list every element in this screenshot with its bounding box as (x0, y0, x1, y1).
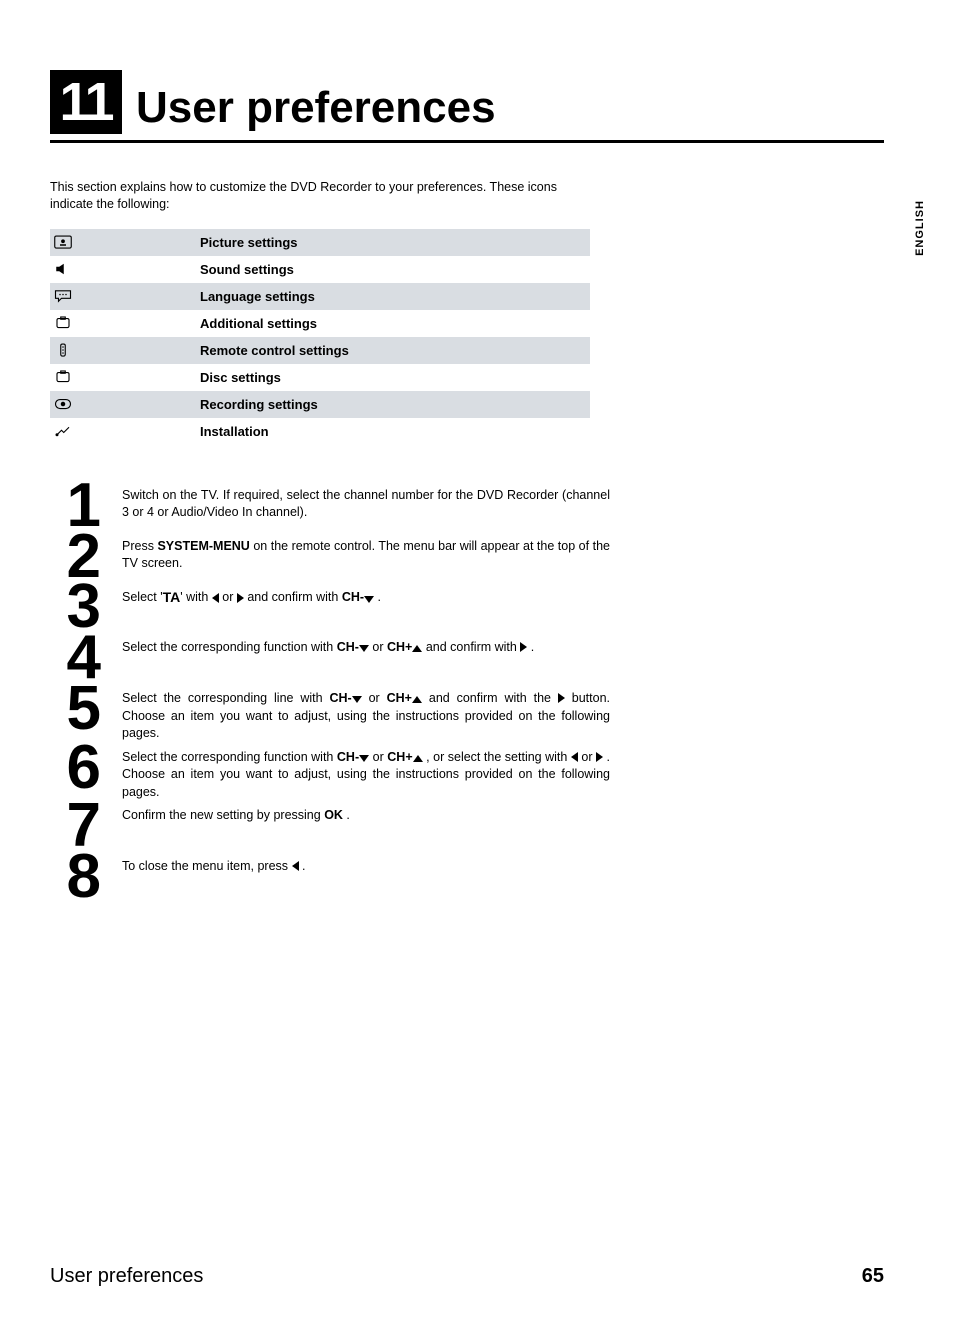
step-number: 6 (50, 743, 98, 794)
settings-label: Disc settings (200, 370, 281, 385)
settings-label: Language settings (200, 289, 315, 304)
settings-row: Installation (50, 418, 590, 445)
settings-table: Picture settings Sound settings Language s… (50, 229, 590, 445)
step: 1Switch on the TV. If required, select t… (50, 481, 610, 532)
wrench-icon: TA (163, 588, 181, 608)
settings-row: Remote control settings (50, 337, 590, 364)
step: 2Press SYSTEM-MENU on the remote control… (50, 532, 610, 583)
picture-icon (50, 235, 200, 249)
remote-icon (50, 343, 200, 357)
up-arrow-icon (412, 645, 422, 652)
button-label: CH- (337, 640, 359, 654)
down-arrow-icon (352, 696, 362, 703)
step: 5 Select the corresponding line with CH- … (50, 684, 610, 743)
chapter-title: User preferences (136, 86, 496, 130)
settings-row: Disc settings (50, 364, 590, 391)
settings-row: Recording settings (50, 391, 590, 418)
left-arrow-icon (571, 752, 578, 762)
disc-icon (50, 370, 200, 384)
step-body: Select the corresponding function with C… (122, 633, 610, 657)
settings-label: Remote control settings (200, 343, 349, 358)
button-label: CH- (329, 691, 351, 705)
chapter-number-badge: 11 (50, 70, 122, 134)
right-arrow-icon (596, 752, 603, 762)
button-label: CH- (337, 750, 359, 764)
step: 4Select the corresponding function with … (50, 633, 610, 684)
left-arrow-icon (292, 861, 299, 871)
step: 8 To close the menu item, press . (50, 852, 610, 903)
step-number: 8 (50, 852, 98, 903)
settings-row: Sound settings (50, 256, 590, 283)
left-arrow-icon (212, 593, 219, 603)
step: 7Confirm the new setting by pressing OK … (50, 801, 610, 852)
chapter-header: 11 User preferences (50, 70, 884, 143)
installation-icon (50, 424, 200, 438)
button-label: OK (324, 808, 343, 822)
step-body: Press SYSTEM-MENU on the remote control.… (122, 532, 610, 573)
language-icon (50, 289, 200, 303)
settings-row: Picture settings (50, 229, 590, 256)
button-label: CH+ (387, 750, 412, 764)
right-arrow-icon (237, 593, 244, 603)
button-label: CH+ (387, 640, 412, 654)
settings-row: Additional settings (50, 310, 590, 337)
step-body: Select the corresponding line with CH- o… (122, 684, 610, 743)
step-body: Switch on the TV. If required, select th… (122, 481, 610, 522)
page: 11 User preferences This section explain… (0, 0, 954, 1338)
right-arrow-icon (558, 693, 565, 703)
page-footer: User preferences 65 (50, 1265, 884, 1288)
step: 3Select 'TA' with or and confirm with CH… (50, 582, 610, 633)
step-body: Confirm the new setting by pressing OK . (122, 801, 610, 825)
language-tab: ENGLISH (914, 200, 926, 256)
settings-label: Recording settings (200, 397, 318, 412)
chapter-number: 11 (59, 75, 112, 129)
steps-list: 1Switch on the TV. If required, select t… (50, 481, 610, 903)
settings-label: Installation (200, 424, 269, 439)
settings-label: Additional settings (200, 316, 317, 331)
up-arrow-icon (412, 696, 422, 703)
down-arrow-icon (359, 645, 369, 652)
settings-label: Picture settings (200, 235, 298, 250)
step-body: Select the corresponding function with C… (122, 743, 610, 802)
button-label: CH- (342, 591, 364, 605)
intro-text: This section explains how to customize t… (50, 179, 590, 213)
right-arrow-icon (520, 642, 527, 652)
recording-icon (50, 397, 200, 411)
settings-label: Sound settings (200, 262, 294, 277)
settings-row: Language settings (50, 283, 590, 310)
button-label: SYSTEM-MENU (157, 539, 249, 553)
step: 6 Select the corresponding function with … (50, 743, 610, 802)
step-number: 5 (50, 684, 98, 735)
footer-title: User preferences (50, 1265, 203, 1288)
step-body: To close the menu item, press . (122, 852, 610, 876)
up-arrow-icon (413, 755, 423, 762)
step-body: Select 'TA' with or and confirm with CH-… (122, 582, 610, 608)
sound-icon (50, 262, 200, 276)
down-arrow-icon (359, 755, 369, 762)
button-label: CH+ (387, 691, 412, 705)
additional-icon (50, 316, 200, 330)
footer-page-number: 65 (862, 1265, 884, 1288)
down-arrow-icon (364, 596, 374, 603)
